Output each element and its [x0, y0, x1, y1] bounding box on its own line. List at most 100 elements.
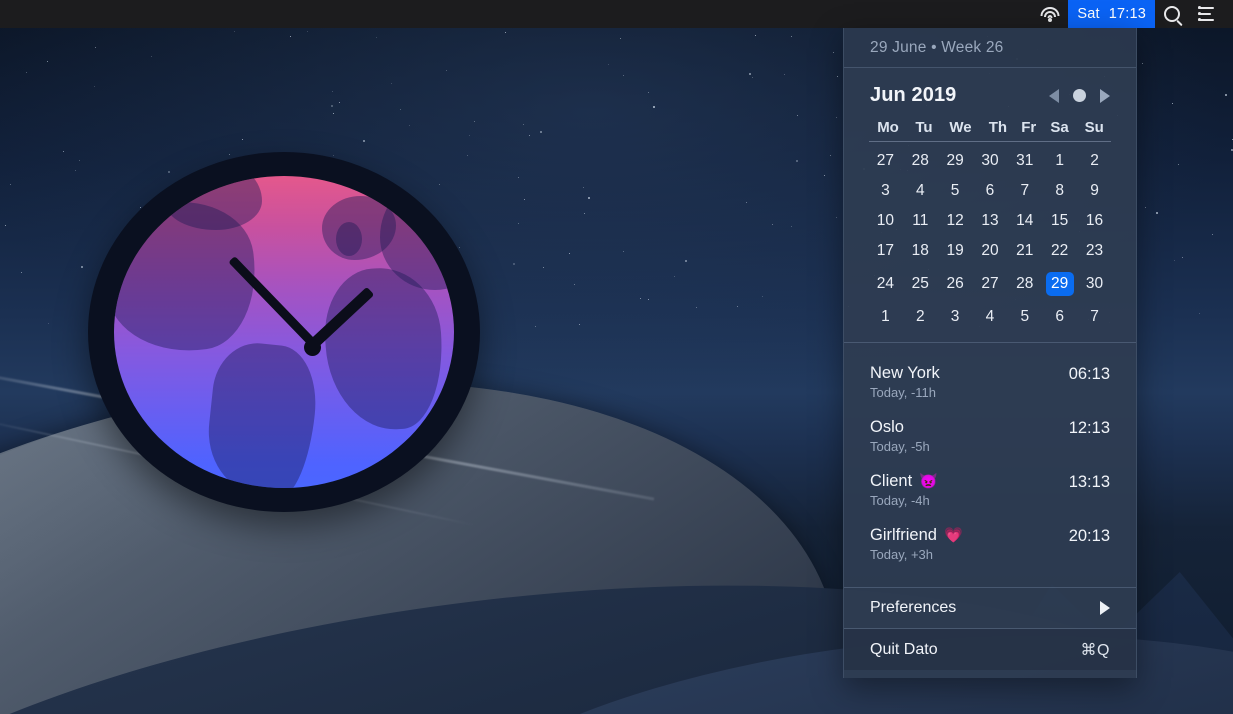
calendar-day-cell[interactable]: 7 [1007, 176, 1042, 206]
calendar-day-cell[interactable]: 23 [1077, 236, 1112, 266]
star [745, 202, 747, 204]
calendar-day-cell[interactable]: 19 [938, 236, 973, 266]
calendar-day-cell[interactable]: 5 [938, 176, 973, 206]
control-center-button[interactable] [1189, 0, 1225, 28]
calendar-day-cell[interactable]: 20 [973, 236, 1008, 266]
menubar-clock[interactable]: Sat 17:13 [1068, 0, 1155, 28]
star [523, 123, 525, 125]
clock-center-hub [304, 339, 321, 356]
world-clock-name: New York [870, 364, 940, 383]
calendar-header-rule [869, 141, 1111, 142]
today-dot-icon[interactable] [1073, 89, 1086, 102]
calendar-day-cell[interactable]: 15 [1042, 206, 1077, 236]
calendar-grid: Mo Tu We Th Fr Sa Su [868, 119, 1112, 141]
continent-south-america [202, 338, 322, 488]
calendar-day-cell[interactable]: 25 [903, 266, 938, 302]
calendar-day-cell[interactable]: 6 [1042, 302, 1077, 332]
calendar-day-cell[interactable]: 28 [903, 146, 938, 176]
calendar-day-cell[interactable]: 29 [1042, 266, 1077, 302]
menubar-clock-day: Sat [1077, 6, 1100, 22]
world-clock-row-left: Client 👿 Today, -4h [870, 472, 938, 508]
star [74, 169, 76, 171]
calendar-day-cell[interactable]: 5 [1007, 302, 1042, 332]
preferences-menu-item[interactable]: Preferences [844, 588, 1136, 629]
star [582, 186, 584, 188]
calendar-day-cell[interactable]: 6 [973, 176, 1008, 206]
calendar-day-cell[interactable]: 7 [1077, 302, 1112, 332]
chevron-left-icon[interactable] [1049, 88, 1059, 103]
calendar-day-cell[interactable]: 26 [938, 266, 973, 302]
calendar-day-cell[interactable]: 3 [868, 176, 903, 206]
star [1178, 164, 1180, 166]
calendar-day-cell[interactable]: 22 [1042, 236, 1077, 266]
wifi-icon [1040, 6, 1060, 22]
star [836, 216, 838, 218]
star [306, 30, 308, 32]
star [1174, 259, 1176, 261]
calendar-days-grid: 27 28 29 30 31 1 2 3 4 5 6 7 8 9 10 11 12 13 14 15 16 17 18 19 2… [868, 146, 1112, 332]
calendar-week-row: 17 18 19 20 21 22 23 [868, 236, 1112, 266]
calendar-day-cell[interactable]: 30 [973, 146, 1008, 176]
calendar-day-cell[interactable]: 28 [1007, 266, 1042, 302]
star [535, 326, 537, 328]
calendar-weekday-th: Th [988, 119, 1008, 136]
star [829, 154, 831, 156]
calendar-day-cell[interactable]: 1 [868, 302, 903, 332]
world-clock-row[interactable]: Client 👿 Today, -4h 13:13 [870, 467, 1110, 521]
star [391, 82, 393, 84]
star [150, 56, 152, 58]
star [790, 36, 792, 38]
star [1199, 312, 1201, 314]
world-clock-row[interactable]: Oslo Today, -5h 12:13 [870, 413, 1110, 467]
world-clock-time: 20:13 [1068, 527, 1110, 545]
calendar-day-cell[interactable]: 31 [1007, 146, 1042, 176]
calendar-day-cell[interactable]: 27 [973, 266, 1008, 302]
calendar-weekday-fr: Fr [1021, 119, 1037, 136]
calendar-day-cell[interactable]: 8 [1042, 176, 1077, 206]
calendar-day-cell[interactable]: 4 [903, 176, 938, 206]
calendar-day-cell[interactable]: 14 [1007, 206, 1042, 236]
calendar-weekday-sa: Sa [1050, 119, 1069, 136]
calendar-day-cell[interactable]: 12 [938, 206, 973, 236]
star [836, 75, 838, 77]
calendar-day-cell[interactable]: 4 [973, 302, 1008, 332]
star [10, 183, 12, 185]
star [241, 138, 243, 140]
world-clock-row[interactable]: New York Today, -11h 06:13 [870, 359, 1110, 413]
star [835, 116, 837, 118]
calendar-day-cell[interactable]: 16 [1077, 206, 1112, 236]
calendar-day-cell[interactable]: 9 [1077, 176, 1112, 206]
preferences-label: Preferences [870, 599, 957, 616]
calendar-day-cell[interactable]: 13 [973, 206, 1008, 236]
star [623, 74, 625, 76]
quit-menu-item[interactable]: Quit Dato ⌘Q [844, 629, 1136, 670]
quit-shortcut: ⌘Q [1080, 641, 1110, 659]
calendar-day-cell[interactable]: 11 [903, 206, 938, 236]
calendar-day-cell[interactable]: 10 [868, 206, 903, 236]
star [469, 134, 471, 136]
star [376, 36, 378, 38]
calendar-day-cell[interactable]: 30 [1077, 266, 1112, 302]
calendar-day-cell[interactable]: 21 [1007, 236, 1042, 266]
calendar-day-cell[interactable]: 17 [868, 236, 903, 266]
star [1142, 62, 1144, 64]
chevron-right-icon[interactable] [1100, 88, 1110, 103]
star [79, 159, 81, 161]
calendar-day-cell[interactable]: 2 [1077, 146, 1112, 176]
calendar-day-cell[interactable]: 2 [903, 302, 938, 332]
star [790, 225, 792, 227]
calendar-day-cell[interactable]: 27 [868, 146, 903, 176]
calendar-day-cell[interactable]: 1 [1042, 146, 1077, 176]
star [685, 259, 688, 262]
world-clock-row[interactable]: Girlfriend 💗 Today, +3h 20:13 [870, 521, 1110, 575]
spotlight-search-button[interactable] [1155, 0, 1189, 28]
wifi-status-item[interactable] [1031, 0, 1068, 28]
control-center-icon [1198, 6, 1216, 21]
calendar-day-cell[interactable]: 24 [868, 266, 903, 302]
world-clock-name-text: Oslo [870, 418, 904, 436]
calendar-day-cell[interactable]: 3 [938, 302, 973, 332]
star [1212, 234, 1214, 236]
star [290, 36, 292, 38]
calendar-day-cell[interactable]: 18 [903, 236, 938, 266]
calendar-day-cell[interactable]: 29 [938, 146, 973, 176]
